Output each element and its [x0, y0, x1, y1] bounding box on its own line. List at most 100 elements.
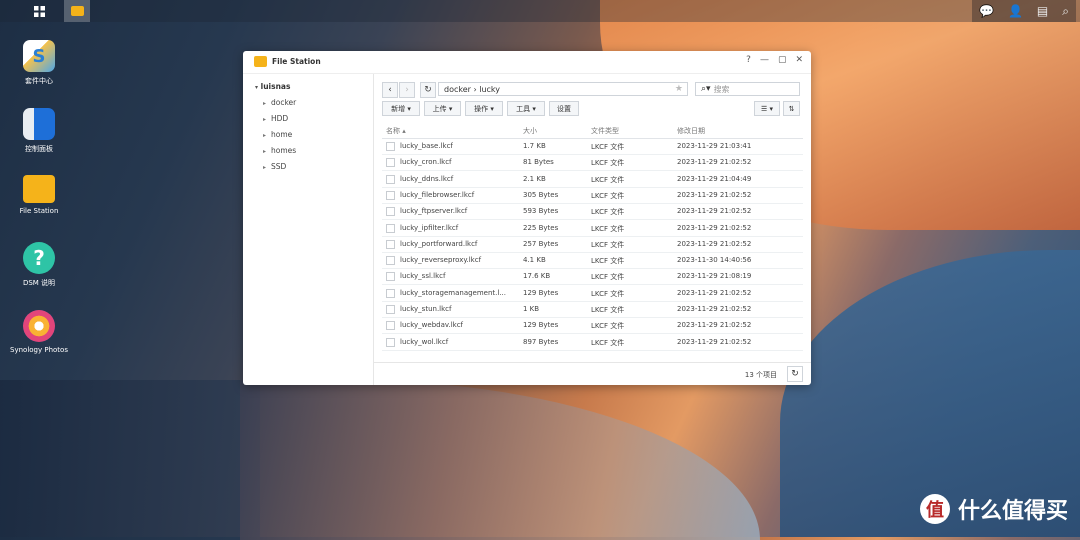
file-size: 17.6 KB: [523, 272, 551, 281]
table-row[interactable]: lucky_ssl.lkcf 17.6 KB LKCF 文件 2023-11-29 2…: [382, 268, 803, 286]
row-checkbox[interactable]: [386, 207, 395, 217]
refresh-button[interactable]: ↻: [787, 366, 803, 382]
row-checkbox[interactable]: [386, 174, 395, 184]
action-button[interactable]: 操作 ▾: [465, 101, 503, 116]
search-input[interactable]: ⌕▾ 搜索: [695, 82, 800, 96]
sort-button[interactable]: ⇅: [783, 101, 800, 116]
row-checkbox[interactable]: [386, 142, 395, 151]
file-size: 1 KB: [523, 305, 540, 313]
window-titlebar[interactable]: File Station ? — ▢ ✕: [243, 51, 811, 74]
tree-root[interactable]: ▾ luisnas: [255, 82, 290, 91]
tree-item-hdd[interactable]: ▸ HDD: [263, 114, 288, 123]
upload-button[interactable]: 上传 ▾: [424, 101, 461, 116]
refresh-icon: ↻: [424, 85, 432, 95]
file-name: lucky_base.lkcf: [400, 142, 453, 150]
refresh-button[interactable]: ↻: [420, 82, 436, 98]
table-row[interactable]: lucky_portforward.lkcf 257 Bytes LKCF 文件 20…: [382, 236, 803, 253]
view-toggle-button[interactable]: ☰ ▾: [754, 101, 780, 116]
forward-button[interactable]: ›: [399, 82, 415, 98]
table-row[interactable]: lucky_reverseproxy.lkcf 4.1 KB LKCF 文件 2023…: [382, 252, 803, 270]
row-checkbox[interactable]: [386, 239, 395, 249]
file-name: lucky_cron.lkcf: [400, 158, 452, 167]
path-text: docker › lucky: [444, 84, 500, 94]
chevron-right-icon[interactable]: ▸: [263, 148, 271, 155]
taskbar-file-station[interactable]: [64, 0, 90, 22]
row-checkbox[interactable]: [386, 321, 395, 331]
chevron-down-icon[interactable]: ▾: [255, 84, 258, 91]
control-panel-icon: [23, 108, 55, 140]
desktop-icon-dsm-help[interactable]: ? DSM 说明: [6, 242, 72, 288]
minimize-button[interactable]: —: [760, 55, 769, 65]
desktop-icon-package-center[interactable]: S 套件中心: [6, 40, 72, 86]
tree-item-docker[interactable]: ▸ docker: [263, 98, 296, 107]
table-row[interactable]: lucky_webdav.lkcf 129 Bytes LKCF 文件 2023-11…: [382, 317, 803, 335]
file-modified: 2023-11-29 21:02:52: [677, 190, 752, 199]
close-button[interactable]: ✕: [795, 55, 803, 65]
table-row[interactable]: lucky_base.lkcf 1.7 KB LKCF 文件 2023-11-29 2…: [382, 138, 803, 155]
chat-icon[interactable]: 💬: [979, 4, 994, 18]
table-row[interactable]: lucky_ddns.lkcf 2.1 KB LKCF 文件 2023-11-29 2…: [382, 171, 803, 188]
row-checkbox[interactable]: [386, 190, 395, 200]
star-icon[interactable]: ★: [675, 84, 683, 94]
file-type: LKCF 文件: [591, 240, 625, 249]
table-row[interactable]: lucky_ipfilter.lkcf 225 Bytes LKCF 文件 2023-…: [382, 220, 803, 237]
user-icon[interactable]: 👤: [1008, 4, 1023, 18]
file-size: 129 Bytes: [523, 288, 559, 297]
tools-button[interactable]: 工具 ▾: [507, 101, 545, 116]
path-input[interactable]: docker › lucky ★: [438, 82, 688, 96]
desktop-icon-label: 控制面板: [25, 145, 53, 153]
photos-icon: [23, 310, 55, 342]
desktop-icon-synology-photos[interactable]: Synology Photos: [6, 310, 72, 354]
desktop-icon-control-panel[interactable]: 控制面板: [6, 108, 72, 154]
chevron-right-icon[interactable]: ▸: [263, 100, 271, 107]
table-row[interactable]: lucky_storagemanagement.l... 129 Bytes LKC…: [382, 285, 803, 302]
table-row[interactable]: lucky_cron.lkcf 81 Bytes LKCF 文件 2023-11-29…: [382, 154, 803, 172]
row-checkbox[interactable]: [386, 288, 395, 298]
row-checkbox[interactable]: [386, 337, 395, 347]
file-name: lucky_reverseproxy.lkcf: [400, 256, 482, 265]
table-row[interactable]: lucky_wol.lkcf 897 Bytes LKCF 文件 2023-11-29…: [382, 334, 803, 351]
tree-item-home[interactable]: ▸ home: [263, 130, 292, 139]
tree-item-ssd[interactable]: ▸ SSD: [263, 162, 286, 171]
desktop-icon-label: DSM 说明: [22, 279, 56, 287]
row-checkbox[interactable]: [386, 305, 395, 314]
package-center-icon: S: [23, 40, 55, 72]
chevron-right-icon[interactable]: ▸: [263, 164, 271, 171]
new-button[interactable]: 新增 ▾: [382, 101, 420, 116]
row-checkbox[interactable]: [386, 158, 395, 168]
main-menu-button[interactable]: [26, 0, 52, 22]
folder-icon: [23, 175, 55, 203]
file-type: LKCF 文件: [591, 191, 625, 200]
column-header-type[interactable]: 文件类型: [591, 126, 619, 136]
search-icon: ⌕▾: [701, 84, 711, 94]
chevron-right-icon[interactable]: ▸: [263, 132, 271, 139]
row-checkbox[interactable]: [386, 272, 395, 282]
row-checkbox[interactable]: [386, 223, 395, 233]
column-header-size[interactable]: 大小: [523, 126, 537, 136]
wallpaper-shape: [240, 380, 760, 540]
search-placeholder: 搜索: [713, 84, 730, 94]
column-header-modified[interactable]: 修改日期: [677, 126, 705, 136]
chevron-right-icon[interactable]: ▸: [263, 116, 271, 123]
table-row[interactable]: lucky_filebrowser.lkcf 305 Bytes LKCF 文件 20…: [382, 187, 803, 204]
watermark: 值 什么值得买: [919, 493, 1068, 525]
file-modified: 2023-11-29 21:02:52: [677, 239, 752, 248]
column-header-name[interactable]: 名称 ▴: [386, 126, 406, 136]
table-row[interactable]: lucky_stun.lkcf 1 KB LKCF 文件 2023-11-29 21:…: [382, 301, 803, 318]
file-type: LKCF 文件: [591, 322, 625, 331]
file-modified: 2023-11-29 21:02:52: [677, 223, 752, 232]
back-button[interactable]: ‹: [382, 82, 398, 98]
help-button[interactable]: ?: [746, 55, 751, 65]
search-icon[interactable]: ⌕: [1062, 4, 1069, 19]
grid-icon: [33, 5, 45, 17]
desktop-icon-file-station[interactable]: File Station: [6, 175, 72, 215]
widgets-icon[interactable]: ▤: [1037, 4, 1048, 18]
row-checkbox[interactable]: [386, 256, 395, 266]
file-modified: 2023-11-29 21:03:41: [677, 142, 752, 150]
file-modified: 2023-11-29 21:02:52: [677, 321, 752, 330]
settings-button[interactable]: 设置: [549, 101, 579, 116]
maximize-button[interactable]: ▢: [778, 55, 787, 65]
file-name: lucky_portforward.lkcf: [400, 239, 478, 248]
tree-item-homes[interactable]: ▸ homes: [263, 146, 296, 155]
table-row[interactable]: lucky_ftpserver.lkcf 593 Bytes LKCF 文件 2023…: [382, 203, 803, 221]
